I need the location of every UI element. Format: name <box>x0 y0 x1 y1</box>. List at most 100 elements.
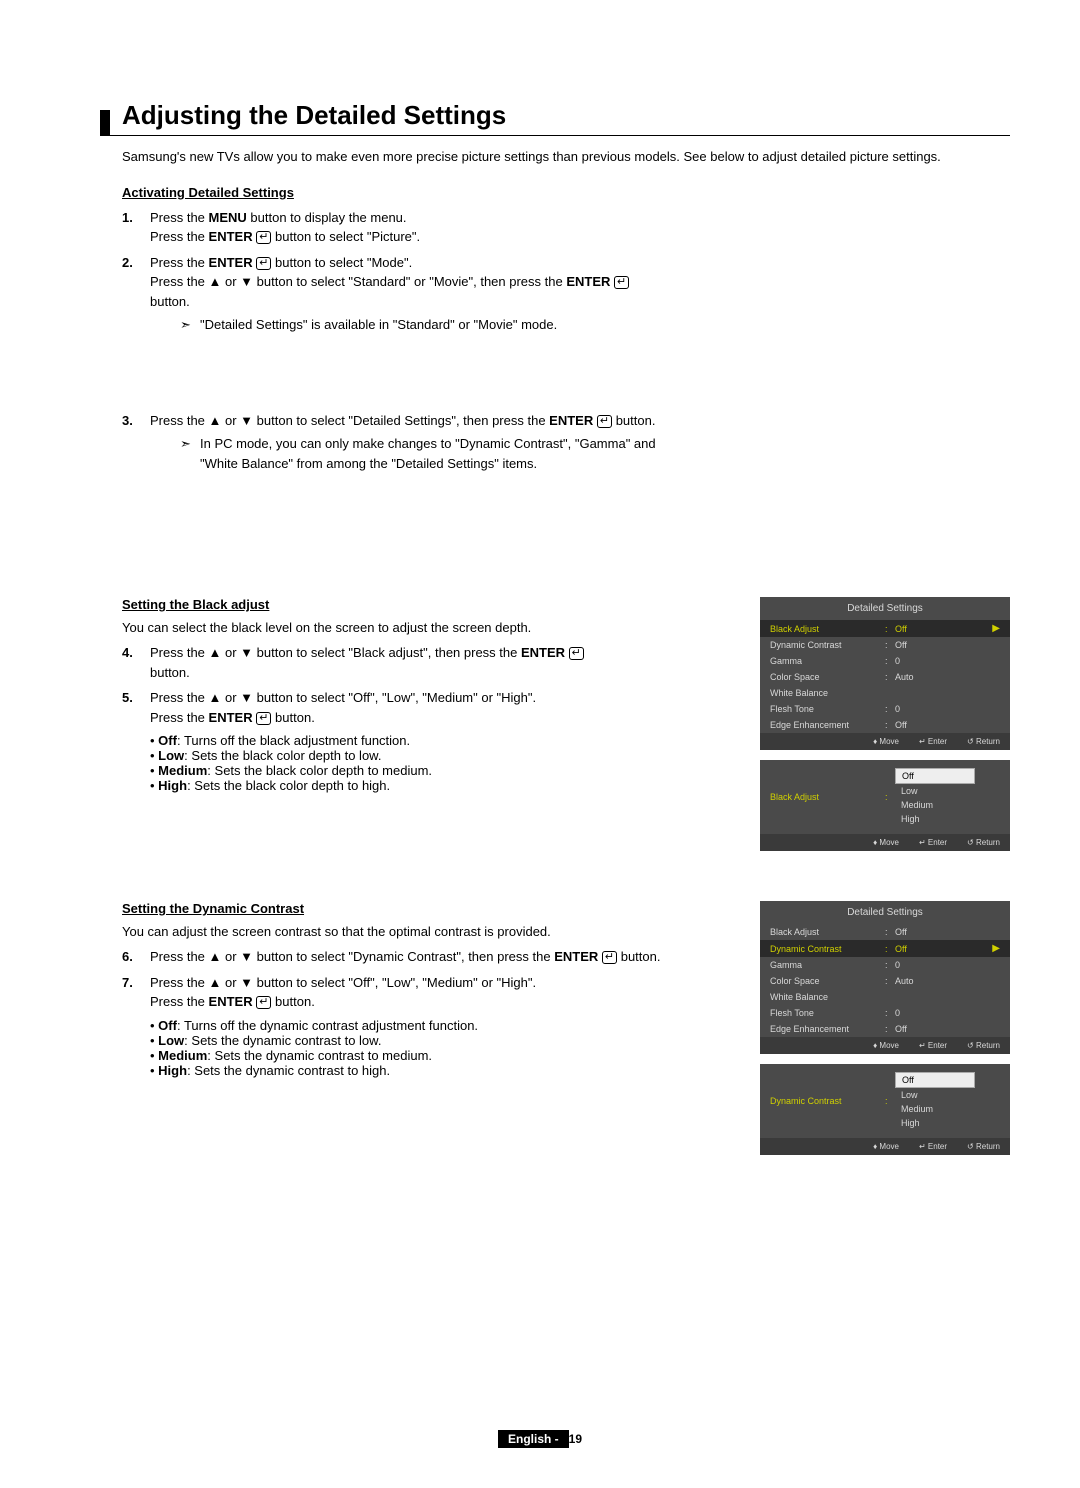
enter-icon: ↵ <box>256 996 271 1009</box>
osd-row: Edge Enhancement:Off <box>760 1021 1010 1037</box>
osd-title: Detailed Settings <box>760 597 1010 620</box>
enter-bold: ENTER <box>521 645 565 660</box>
step-3: 3. Press the ▲ or ▼ button to select "De… <box>122 411 1010 474</box>
osd-dynamic-contrast-popup: Dynamic Contrast : OffLowMediumHigh ♦ Mo… <box>760 1064 1010 1155</box>
t: Press the <box>150 229 209 244</box>
osd-pop-options: OffLowMediumHigh <box>895 768 1000 826</box>
enter-bold: ENTER <box>209 994 253 1009</box>
enter-bold: ENTER <box>209 255 253 270</box>
osd-option: Medium <box>895 1102 1000 1116</box>
enter-bold: ENTER <box>209 710 253 725</box>
step-1: 1. Press the MENU button to display the … <box>122 208 1010 247</box>
t: Press the ▲ or ▼ button to select "Black… <box>150 645 521 660</box>
heading-bar <box>100 110 110 136</box>
section-black-adjust: Detailed Settings Black Adjust:Off▶Dynam… <box>100 597 1010 793</box>
page-footer: English - 19 <box>0 1430 1080 1448</box>
enter-bold: ENTER <box>549 413 593 428</box>
move-hint: ♦ Move <box>873 838 899 847</box>
move-hint: ♦ Move <box>873 1041 899 1050</box>
subhead-activating: Activating Detailed Settings <box>122 185 1010 200</box>
return-hint: ↺ Return <box>967 737 1000 746</box>
osd-option: High <box>895 1116 1000 1130</box>
osd-pop-label: Dynamic Contrast <box>770 1096 885 1106</box>
osd-footer: ♦ Move ↵ Enter ↺ Return <box>760 733 1010 750</box>
osd-row: Black Adjust:Off▶ <box>760 620 1010 637</box>
t: button. <box>617 949 660 964</box>
osd-row: Flesh Tone:0 <box>760 701 1010 717</box>
enter-icon: ↵ <box>597 415 612 428</box>
enter-hint: ↵ Enter <box>919 1041 947 1050</box>
t: button to select "Picture". <box>271 229 420 244</box>
t: Press the ▲ or ▼ button to select "Dynam… <box>150 949 554 964</box>
enter-icon: ↵ <box>602 951 617 964</box>
enter-bold: ENTER <box>554 949 598 964</box>
osd-row: Color Space:Auto <box>760 669 1010 685</box>
note-text: "Detailed Settings" is available in "Sta… <box>200 315 670 335</box>
t: Press the ▲ or ▼ button to select "Detai… <box>150 413 549 428</box>
section-activating: Activating Detailed Settings 1. Press th… <box>100 185 1010 474</box>
t: button. <box>150 665 190 680</box>
osd-row: Dynamic Contrast:Off▶ <box>760 940 1010 957</box>
osd-option: Low <box>895 784 1000 798</box>
move-hint: ♦ Move <box>873 737 899 746</box>
osd-detailed-settings-black: Detailed Settings Black Adjust:Off▶Dynam… <box>760 597 1010 750</box>
t: button to display the menu. <box>247 210 407 225</box>
osd-black-adjust-popup: Black Adjust : OffLowMediumHigh ♦ Move ↵… <box>760 760 1010 851</box>
step-2: 2. Press the ENTER ↵ button to select "M… <box>122 253 1010 335</box>
t: button. <box>150 294 190 309</box>
t: Press the <box>150 994 209 1009</box>
osd-group-dynamic: Detailed Settings Black Adjust:OffDynami… <box>760 901 1010 1165</box>
note-arrow-icon: ➣ <box>180 434 200 473</box>
intro-text: Samsung's new TVs allow you to make even… <box>122 148 1010 167</box>
osd-option: Off <box>895 768 975 784</box>
osd-group-black: Detailed Settings Black Adjust:Off▶Dynam… <box>760 597 1010 861</box>
osd-pop-options: OffLowMediumHigh <box>895 1072 1000 1130</box>
osd-footer: ♦ Move ↵ Enter ↺ Return <box>760 834 1010 851</box>
enter-hint: ↵ Enter <box>919 737 947 746</box>
enter-icon: ↵ <box>256 257 271 270</box>
osd-pop-label: Black Adjust <box>770 792 885 802</box>
return-hint: ↺ Return <box>967 1142 1000 1151</box>
t: button. <box>612 413 655 428</box>
move-hint: ♦ Move <box>873 1142 899 1151</box>
menu-bold: MENU <box>209 210 247 225</box>
osd-row: Dynamic Contrast:Off <box>760 637 1010 653</box>
enter-icon: ↵ <box>614 276 629 289</box>
enter-hint: ↵ Enter <box>919 838 947 847</box>
note-arrow-icon: ➣ <box>180 315 200 335</box>
osd-row: Gamma:0 <box>760 957 1010 973</box>
enter-icon: ↵ <box>569 647 584 660</box>
osd-option: Medium <box>895 798 1000 812</box>
osd-row: Edge Enhancement:Off <box>760 717 1010 733</box>
enter-hint: ↵ Enter <box>919 1142 947 1151</box>
note-text: In PC mode, you can only make changes to… <box>200 434 670 473</box>
enter-icon: ↵ <box>256 231 271 244</box>
t: Press the <box>150 255 209 270</box>
osd-row: White Balance <box>760 989 1010 1005</box>
osd-option: High <box>895 812 1000 826</box>
note: ➣ "Detailed Settings" is available in "S… <box>180 315 670 335</box>
t: button. <box>271 994 314 1009</box>
osd-option: Off <box>895 1072 975 1088</box>
osd-row: Black Adjust:Off <box>760 924 1010 940</box>
page-title: Adjusting the Detailed Settings <box>100 100 1010 136</box>
osd-detailed-settings-dynamic: Detailed Settings Black Adjust:OffDynami… <box>760 901 1010 1054</box>
enter-bold: ENTER <box>209 229 253 244</box>
enter-icon: ↵ <box>256 712 271 725</box>
t: Press the ▲ or ▼ button to select "Off",… <box>150 690 536 705</box>
t: Press the ▲ or ▼ button to select "Stand… <box>150 274 566 289</box>
t: button to select "Mode". <box>271 255 412 270</box>
return-hint: ↺ Return <box>967 1041 1000 1050</box>
note: ➣ In PC mode, you can only make changes … <box>180 434 670 473</box>
t: Press the <box>150 710 209 725</box>
osd-title: Detailed Settings <box>760 901 1010 924</box>
t: Press the ▲ or ▼ button to select "Off",… <box>150 975 536 990</box>
osd-option: Low <box>895 1088 1000 1102</box>
osd-row: Color Space:Auto <box>760 973 1010 989</box>
osd-footer: ♦ Move ↵ Enter ↺ Return <box>760 1037 1010 1054</box>
section-dynamic-contrast: Detailed Settings Black Adjust:OffDynami… <box>100 901 1010 1078</box>
osd-row: Gamma:0 <box>760 653 1010 669</box>
return-hint: ↺ Return <box>967 838 1000 847</box>
osd-row: White Balance <box>760 685 1010 701</box>
page-number: 19 <box>569 1432 582 1446</box>
